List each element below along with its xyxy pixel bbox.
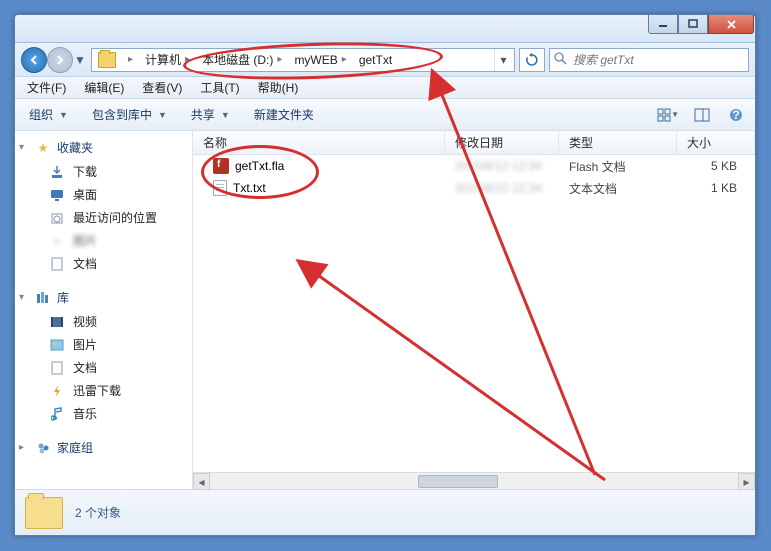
chevron-down-icon: ▾ [19, 292, 29, 303]
music-icon [49, 406, 65, 422]
generic-icon: ▫ [49, 233, 65, 249]
sidebar-item-recent[interactable]: 最近访问的位置 [15, 206, 192, 229]
back-button[interactable] [21, 47, 47, 73]
minimize-button[interactable] [648, 15, 678, 34]
sidebar-item-pictures[interactable]: 图片 [15, 333, 192, 356]
menu-tools[interactable]: 工具(T) [192, 77, 247, 98]
file-icon [213, 158, 229, 174]
file-size: 5 KB [677, 159, 755, 173]
sidebar-item-thunder[interactable]: 迅雷下载 [15, 379, 192, 402]
help-button[interactable]: ? [725, 104, 747, 126]
scroll-left-button[interactable]: ◂ [193, 473, 210, 490]
file-date: 2015/8/12 12:34 [445, 159, 559, 173]
breadcrumb-label: 本地磁盘 (D:) [202, 51, 273, 68]
status-text: 2 个对象 [75, 504, 121, 521]
sidebar-item-blurred[interactable]: ▫ 图片 [15, 229, 192, 252]
breadcrumb-myweb[interactable]: myWEB▸ [290, 49, 354, 71]
breadcrumb-label: myWEB [294, 53, 337, 67]
thunder-icon [49, 383, 65, 399]
column-date[interactable]: 修改日期 [445, 131, 559, 154]
homegroup-icon [35, 440, 51, 456]
explorer-window: ▼ ▸ 计算机▸ 本地磁盘 (D:)▸ myWEB▸ getTxt ▾ [14, 14, 756, 536]
file-type: Flash 文档 [559, 158, 677, 175]
file-name: getTxt.fla [235, 159, 284, 173]
sidebar-item-documents[interactable]: 文档 [15, 252, 192, 275]
share-button[interactable]: 共享▼ [185, 103, 236, 126]
titlebar [15, 15, 755, 43]
favorites-header[interactable]: ▾ ★ 收藏夹 [15, 135, 192, 160]
menu-file[interactable]: 文件(F) [19, 77, 74, 98]
file-name: Txt.txt [233, 181, 266, 195]
navigation-pane: ▾ ★ 收藏夹 下载 桌面 [15, 131, 193, 489]
document-icon [49, 256, 65, 272]
file-type: 文本文档 [559, 180, 677, 197]
library-icon [35, 290, 51, 306]
star-icon: ★ [35, 140, 51, 156]
sidebar-item-desktop[interactable]: 桌面 [15, 183, 192, 206]
scroll-right-button[interactable]: ▸ [738, 473, 755, 490]
menu-edit[interactable]: 编辑(E) [76, 77, 132, 98]
maximize-button[interactable] [678, 15, 708, 34]
folder-icon [98, 52, 116, 68]
file-row[interactable]: Txt.txt 2015/8/12 12:34文本文档1 KB [193, 177, 755, 199]
nav-history-dropdown[interactable]: ▼ [73, 53, 87, 67]
column-size[interactable]: 大小 [677, 131, 755, 154]
svg-text:?: ? [732, 108, 739, 122]
address-dropdown[interactable]: ▾ [494, 49, 512, 71]
address-bar[interactable]: ▸ 计算机▸ 本地磁盘 (D:)▸ myWEB▸ getTxt ▾ [91, 48, 515, 72]
folder-icon [25, 497, 63, 529]
include-in-library-button[interactable]: 包含到库中▼ [86, 103, 173, 126]
chevron-down-icon: ▾ [19, 142, 29, 153]
horizontal-scrollbar[interactable]: ◂ ▸ [193, 472, 755, 489]
column-headers: 名称 修改日期 类型 大小 [193, 131, 755, 155]
refresh-button[interactable] [519, 48, 545, 72]
breadcrumb-label: getTxt [359, 53, 392, 67]
new-folder-button[interactable]: 新建文件夹 [248, 103, 320, 126]
document-icon [49, 360, 65, 376]
recent-icon [49, 210, 65, 226]
sidebar-item-music[interactable]: 音乐 [15, 402, 192, 425]
download-icon [49, 164, 65, 180]
column-type[interactable]: 类型 [559, 131, 677, 154]
desktop-icon [49, 187, 65, 203]
menu-help[interactable]: 帮助(H) [250, 77, 307, 98]
sidebar-item-downloads[interactable]: 下载 [15, 160, 192, 183]
library-header[interactable]: ▾ 库 [15, 285, 192, 310]
breadcrumb-drive[interactable]: 本地磁盘 (D:)▸ [198, 49, 290, 71]
status-bar: 2 个对象 [15, 489, 755, 535]
homegroup-header[interactable]: ▸ 家庭组 [15, 435, 192, 460]
menubar: 文件(F) 编辑(E) 查看(V) 工具(T) 帮助(H) [15, 77, 755, 99]
breadcrumb-label: 计算机 [145, 51, 181, 68]
file-list[interactable]: getTxt.fla 2015/8/12 12:34Flash 文档5 KB Txt… [193, 155, 755, 472]
video-icon [49, 314, 65, 330]
pictures-icon [49, 337, 65, 353]
search-box[interactable] [549, 48, 749, 72]
sidebar-item-lib-docs[interactable]: 文档 [15, 356, 192, 379]
close-button[interactable] [708, 15, 754, 34]
file-row[interactable]: getTxt.fla 2015/8/12 12:34Flash 文档5 KB [193, 155, 755, 177]
scroll-thumb[interactable] [418, 475, 498, 488]
forward-button[interactable] [47, 47, 73, 73]
search-icon [554, 52, 567, 68]
file-icon [213, 180, 227, 196]
file-size: 1 KB [677, 181, 755, 195]
toolbar: 组织▼ 包含到库中▼ 共享▼ 新建文件夹 ▼ ? [15, 99, 755, 131]
preview-pane-button[interactable] [691, 104, 713, 126]
column-name[interactable]: 名称 [193, 131, 445, 154]
organize-button[interactable]: 组织▼ [23, 103, 74, 126]
navigation-bar: ▼ ▸ 计算机▸ 本地磁盘 (D:)▸ myWEB▸ getTxt ▾ [15, 43, 755, 77]
breadcrumb-gettxt[interactable]: getTxt [355, 49, 396, 71]
view-options-button[interactable]: ▼ [657, 104, 679, 126]
sidebar-item-video[interactable]: 视频 [15, 310, 192, 333]
breadcrumb-computer[interactable]: 计算机▸ [141, 49, 198, 71]
chevron-right-icon: ▸ [19, 442, 29, 453]
breadcrumb-chevron[interactable]: ▸ [120, 49, 141, 71]
menu-view[interactable]: 查看(V) [134, 77, 190, 98]
file-list-pane: 名称 修改日期 类型 大小 getTxt.fla 2015/8/12 12:34F… [193, 131, 755, 489]
search-input[interactable] [571, 52, 744, 68]
file-date: 2015/8/12 12:34 [445, 181, 559, 195]
